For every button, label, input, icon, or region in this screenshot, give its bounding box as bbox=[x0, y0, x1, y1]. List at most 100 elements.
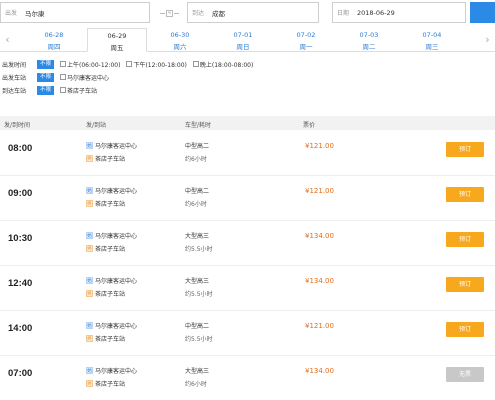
book-button[interactable]: 预订 bbox=[446, 142, 484, 157]
header-time[interactable]: 发/到时间 bbox=[4, 120, 30, 129]
end-badge: 终 bbox=[86, 335, 93, 342]
next-date-arrow-icon[interactable]: › bbox=[480, 27, 495, 51]
date-value[interactable]: 2018-06-29 bbox=[357, 9, 395, 17]
table-row: 09:00 始马尔康客运中心 终茶店子车站 中型高二 约6小时 ¥121.00 … bbox=[0, 176, 495, 221]
search-button[interactable] bbox=[470, 2, 495, 23]
filter-checkbox[interactable]: 马尔康客运中心 bbox=[60, 73, 109, 82]
start-badge: 始 bbox=[86, 277, 93, 284]
sold-out-button: 无票 bbox=[446, 367, 484, 382]
table-header: 发/到时间 发/到站 车型/耗时 票价 bbox=[0, 116, 495, 130]
header-price: 票价 bbox=[303, 122, 316, 129]
from-field[interactable]: 出发 马尔康 bbox=[0, 2, 150, 23]
prev-date-arrow-icon[interactable]: ‹ bbox=[0, 27, 15, 51]
date-tab-active[interactable]: 06-29 周五 bbox=[87, 28, 147, 52]
date-tab[interactable]: 07-02 周一 bbox=[276, 28, 336, 52]
end-badge: 终 bbox=[86, 290, 93, 297]
depart-time: 10:30 bbox=[8, 233, 33, 244]
to-station: 终茶店子车站 bbox=[86, 380, 126, 388]
from-value[interactable]: 马尔康 bbox=[25, 8, 45, 18]
filter-arrive-station: 到达车站 不限 茶店子车站 bbox=[2, 84, 302, 96]
date-tab-date: 07-04 bbox=[422, 31, 442, 39]
price: ¥134.00 bbox=[305, 277, 334, 285]
table-row: 10:30 始马尔康客运中心 终茶店子车站 大型高三 约5.5小时 ¥134.0… bbox=[0, 221, 495, 266]
duration: 约6小时 bbox=[185, 156, 207, 163]
date-tab-date: 06-28 bbox=[44, 31, 64, 39]
end-badge: 终 bbox=[86, 245, 93, 252]
swap-icon: ≈ bbox=[166, 9, 173, 17]
date-tab-weekday: 周三 bbox=[425, 43, 439, 51]
date-tab[interactable]: 07-03 周二 bbox=[339, 28, 399, 52]
to-station: 终茶店子车站 bbox=[86, 155, 126, 163]
table-row: 12:40 始马尔康客运中心 终茶店子车站 大型高三 约5.5小时 ¥134.0… bbox=[0, 266, 495, 311]
filter-depart-station: 出发车站 不限 马尔康客运中心 bbox=[2, 71, 302, 83]
depart-time: 09:00 bbox=[8, 188, 33, 199]
header-bus: 车型/耗时 bbox=[185, 122, 212, 129]
filter-checkbox[interactable]: 茶店子车站 bbox=[60, 86, 97, 95]
filter-any-tag[interactable]: 不限 bbox=[37, 59, 55, 69]
end-badge: 终 bbox=[86, 155, 93, 162]
book-button[interactable]: 预订 bbox=[446, 277, 484, 292]
from-station: 始马尔康客运中心 bbox=[86, 322, 138, 330]
from-station: 始马尔康客运中心 bbox=[86, 232, 138, 240]
date-label: 日期 bbox=[337, 10, 350, 17]
to-value[interactable]: 成都 bbox=[212, 8, 225, 18]
date-tab[interactable]: 06-28 周四 bbox=[24, 28, 84, 52]
price: ¥134.00 bbox=[305, 367, 334, 375]
filter-checkbox[interactable]: 上午(06:00-12:00) bbox=[60, 60, 120, 69]
date-tab-date: 06-29 bbox=[107, 32, 127, 40]
book-button[interactable]: 预订 bbox=[446, 232, 484, 247]
date-tabs: ‹ 06-28 周四 06-29 周五 06-30 周六 07-01 周日 07… bbox=[0, 27, 495, 52]
book-button[interactable]: 预订 bbox=[446, 322, 484, 337]
date-tab-weekday: 周六 bbox=[173, 43, 187, 51]
to-field[interactable]: 到达 成都 bbox=[187, 2, 319, 23]
swap-button[interactable]: ≈ bbox=[160, 9, 180, 17]
date-tab-date: 07-01 bbox=[233, 31, 253, 39]
table-row: 08:00 始马尔康客运中心 终茶店子车站 中型高二 约6小时 ¥121.00 … bbox=[0, 131, 495, 176]
price: ¥121.00 bbox=[305, 187, 334, 195]
table-row: 14:00 始马尔康客运中心 终茶店子车站 中型高二 约5.5小时 ¥121.0… bbox=[0, 311, 495, 356]
date-tab-weekday: 周五 bbox=[110, 44, 124, 52]
table-row: 07:00 始马尔康客运中心 终茶店子车站 大型高三 约6小时 ¥134.00 … bbox=[0, 356, 495, 400]
date-tab-date: 07-02 bbox=[296, 31, 316, 39]
filter-checkbox[interactable]: 晚上(18:00-08:00) bbox=[192, 60, 253, 69]
start-badge: 始 bbox=[86, 367, 93, 374]
date-tab[interactable]: 07-01 周日 bbox=[213, 28, 273, 52]
from-station: 始马尔康客运中心 bbox=[86, 367, 138, 375]
date-tab[interactable]: 06-30 周六 bbox=[150, 28, 210, 52]
to-station: 终茶店子车站 bbox=[86, 200, 126, 208]
filter-any-tag[interactable]: 不限 bbox=[37, 85, 55, 95]
date-tab-date: 06-30 bbox=[170, 31, 190, 39]
filter-any-tag[interactable]: 不限 bbox=[37, 72, 55, 82]
date-tab-weekday: 周二 bbox=[362, 43, 376, 51]
date-tab-weekday: 周四 bbox=[47, 43, 61, 51]
price: ¥121.00 bbox=[305, 142, 334, 150]
book-button[interactable]: 预订 bbox=[446, 187, 484, 202]
search-bar: 出发 马尔康 ≈ 到达 成都 日期 2018-06-29 bbox=[0, 0, 495, 26]
to-station: 终茶店子车站 bbox=[86, 245, 126, 253]
checkbox-icon bbox=[60, 61, 67, 67]
depart-time: 12:40 bbox=[8, 278, 33, 289]
duration: 约6小时 bbox=[185, 381, 207, 388]
to-station: 终茶店子车站 bbox=[86, 290, 126, 298]
bus-type: 大型高三 bbox=[185, 368, 210, 375]
filter-label: 出发车站 bbox=[2, 74, 27, 82]
start-badge: 始 bbox=[86, 232, 93, 239]
duration: 约6小时 bbox=[185, 201, 207, 208]
date-tab-weekday: 周日 bbox=[236, 43, 250, 51]
start-badge: 始 bbox=[86, 187, 93, 194]
price: ¥134.00 bbox=[305, 232, 334, 240]
bus-type: 中型高二 bbox=[185, 323, 210, 330]
from-station: 始马尔康客运中心 bbox=[86, 277, 138, 285]
checkbox-icon bbox=[60, 87, 67, 93]
depart-time: 14:00 bbox=[8, 323, 33, 334]
filter-label: 到达车站 bbox=[2, 87, 27, 95]
filter-depart-time: 出发时间 不限 上午(06:00-12:00) 下午(12:00-18:00) … bbox=[2, 58, 302, 70]
date-tab[interactable]: 07-04 周三 bbox=[402, 28, 462, 52]
depart-time: 07:00 bbox=[8, 368, 33, 379]
date-field[interactable]: 日期 2018-06-29 bbox=[332, 2, 466, 23]
date-tab-weekday: 周一 bbox=[299, 43, 313, 51]
duration: 约5.5小时 bbox=[185, 291, 213, 298]
bus-type: 中型高二 bbox=[185, 188, 210, 195]
filter-checkbox[interactable]: 下午(12:00-18:00) bbox=[126, 60, 187, 69]
to-station: 终茶店子车站 bbox=[86, 335, 126, 343]
